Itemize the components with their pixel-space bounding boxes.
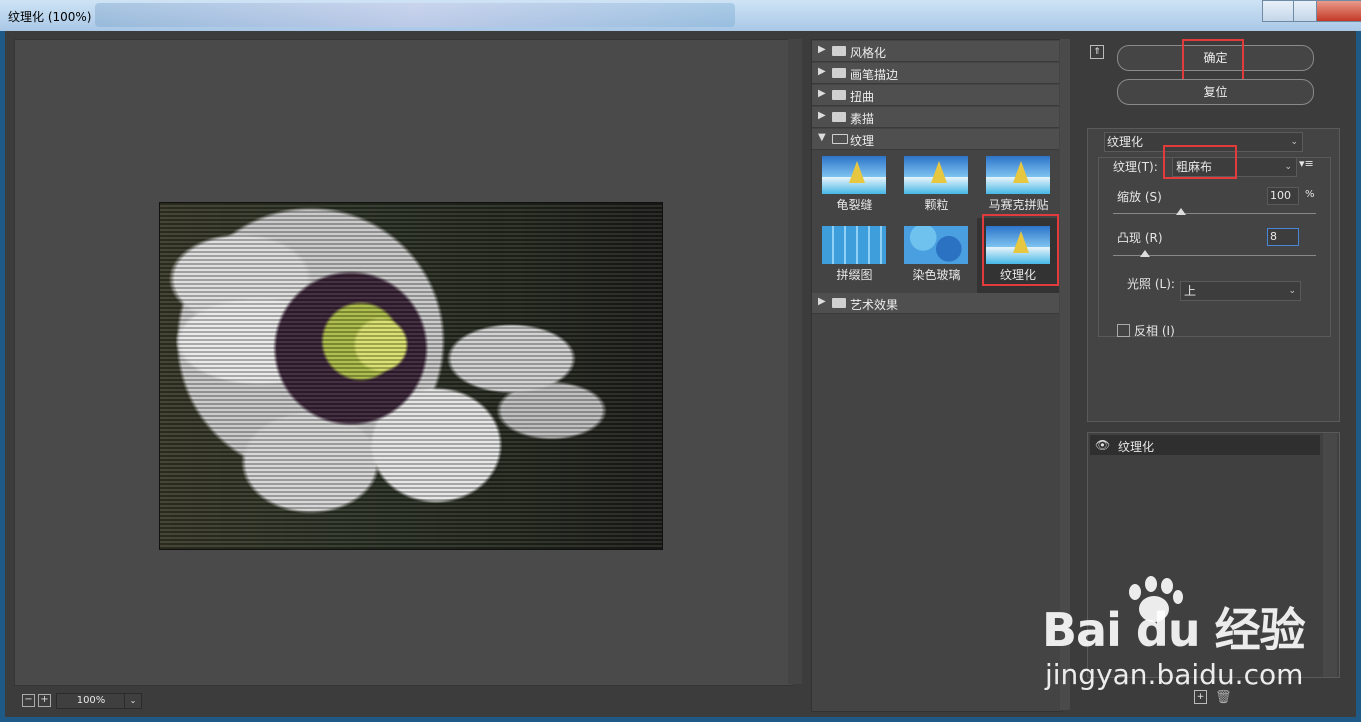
relief-slider-knob[interactable] — [1140, 250, 1151, 257]
category-distort[interactable]: ▶ 扭曲 — [812, 85, 1059, 106]
light-label: 光照 (L): — [1127, 277, 1175, 291]
zoom-in-button[interactable]: + — [38, 694, 51, 707]
minimize-button[interactable] — [1262, 0, 1294, 22]
thumb-label: 马赛克拼贴 — [988, 198, 1049, 212]
scale-slider-knob[interactable] — [1175, 208, 1186, 215]
preview-scrollbar[interactable] — [788, 39, 802, 684]
thumb-label: 颗粒 — [924, 198, 949, 212]
effect-layer-row[interactable]: 👁 纹理化 — [1090, 435, 1320, 455]
folder-icon — [832, 90, 846, 100]
relief-input[interactable]: 8 — [1267, 228, 1299, 246]
thumbnail-image — [822, 156, 886, 194]
zoom-value[interactable]: 100% — [56, 693, 126, 709]
thumb-craquelure[interactable]: 龟裂缝 — [817, 152, 892, 224]
category-sketch[interactable]: ▶ 素描 — [812, 107, 1059, 128]
eye-icon[interactable]: 👁 — [1095, 438, 1110, 452]
category-label: 素描 — [850, 112, 875, 126]
highlight-texture — [1163, 145, 1237, 179]
invert-label: 反相 (I) — [1134, 324, 1175, 338]
thumbnail-image — [822, 226, 886, 264]
category-stylize[interactable]: ▶ 风格化 — [812, 41, 1059, 62]
scale-slider[interactable] — [1113, 208, 1316, 215]
filter-settings: 纹理化 ⌄ 纹理(T): 粗麻布 ⌄ ▾≡ 缩放 (S) 100 % 凸现 (R… — [1087, 128, 1340, 422]
folder-icon — [832, 112, 846, 122]
expand-arrow-icon: ▶ — [818, 110, 826, 121]
folder-icon — [832, 68, 846, 78]
texture-label: 纹理(T): — [1113, 160, 1158, 174]
collapse-gallery-icon[interactable]: ⇑ — [1090, 45, 1104, 59]
zoom-dropdown[interactable]: ⌄ — [124, 693, 142, 709]
scale-label: 缩放 (S) — [1117, 190, 1162, 204]
zoom-out-button[interactable]: − — [22, 694, 35, 707]
invert-checkbox[interactable] — [1117, 324, 1130, 337]
category-label: 风格化 — [850, 46, 887, 60]
thumb-patchwork[interactable]: 拼缀图 — [817, 222, 892, 294]
category-label: 扭曲 — [850, 90, 875, 104]
scale-input[interactable]: 100 — [1267, 187, 1299, 205]
chevron-down-icon: ⌄ — [1284, 162, 1292, 172]
texture-options: 纹理(T): 粗麻布 ⌄ ▾≡ 缩放 (S) 100 % 凸现 (R) 8 光照… — [1098, 157, 1331, 338]
thumb-label: 染色玻璃 — [912, 268, 961, 282]
category-label: 画笔描边 — [850, 68, 899, 82]
scale-unit: % — [1305, 189, 1315, 200]
chevron-down-icon: ⌄ — [1288, 286, 1296, 296]
light-select[interactable]: 上 ⌄ — [1180, 281, 1301, 301]
expand-arrow-icon: ▶ — [818, 44, 826, 55]
title-bar: 纹理化 (100%) — [0, 0, 1361, 31]
thumb-label: 龟裂缝 — [836, 198, 873, 212]
window-title: 纹理化 (100%) — [8, 10, 92, 24]
texture-menu-icon[interactable]: ▾≡ — [1299, 157, 1314, 170]
thumb-label: 拼缀图 — [836, 268, 873, 282]
thumb-grain[interactable]: 颗粒 — [899, 152, 974, 224]
taskbar-thumbnails — [95, 3, 735, 27]
open-folder-icon — [832, 134, 848, 144]
thumbnail-image — [904, 226, 968, 264]
category-artistic[interactable]: ▶ 艺术效果 — [812, 293, 1059, 314]
thumbnail-image — [904, 156, 968, 194]
zoom-bar: − + 100% ⌄ — [20, 693, 250, 709]
category-label: 纹理 — [850, 134, 875, 148]
thumb-stained-glass[interactable]: 染色玻璃 — [899, 222, 974, 294]
chevron-down-icon: ⌄ — [1290, 137, 1298, 147]
category-brush-strokes[interactable]: ▶ 画笔描边 — [812, 63, 1059, 84]
folder-icon — [832, 298, 846, 308]
relief-label: 凸现 (R) — [1117, 231, 1163, 245]
filter-gallery: ▶ 风格化 ▶ 画笔描边 ▶ 扭曲 ▶ 素描 ▼ 纹理 龟裂缝 颗粒 马赛克拼贴… — [811, 39, 1063, 712]
category-label: 艺术效果 — [850, 298, 899, 312]
highlight-ok — [1182, 39, 1244, 81]
category-texture[interactable]: ▼ 纹理 — [812, 129, 1059, 150]
expand-arrow-icon: ▶ — [818, 66, 826, 77]
preview-canvas — [14, 39, 794, 686]
watermark-url: jingyan.baidu.com — [1045, 658, 1304, 691]
thumbnail-image — [986, 156, 1050, 194]
expand-arrow-icon: ▶ — [818, 88, 826, 99]
close-button[interactable] — [1316, 0, 1361, 22]
filter-select-value: 纹理化 — [1107, 135, 1144, 149]
collapse-arrow-icon: ▼ — [818, 132, 826, 143]
reset-button[interactable]: 复位 — [1117, 79, 1314, 105]
expand-arrow-icon: ▶ — [818, 296, 826, 307]
highlight-texturizer — [982, 214, 1059, 286]
watermark-brand: Bai du 经验 — [1042, 603, 1306, 657]
relief-slider[interactable] — [1113, 250, 1316, 257]
effect-layer-name: 纹理化 — [1118, 440, 1155, 454]
watermark: Bai du 经验 jingyan.baidu.com — [1040, 572, 1340, 697]
preview-image — [159, 202, 663, 550]
light-select-value: 上 — [1184, 284, 1197, 298]
folder-icon — [832, 46, 846, 56]
